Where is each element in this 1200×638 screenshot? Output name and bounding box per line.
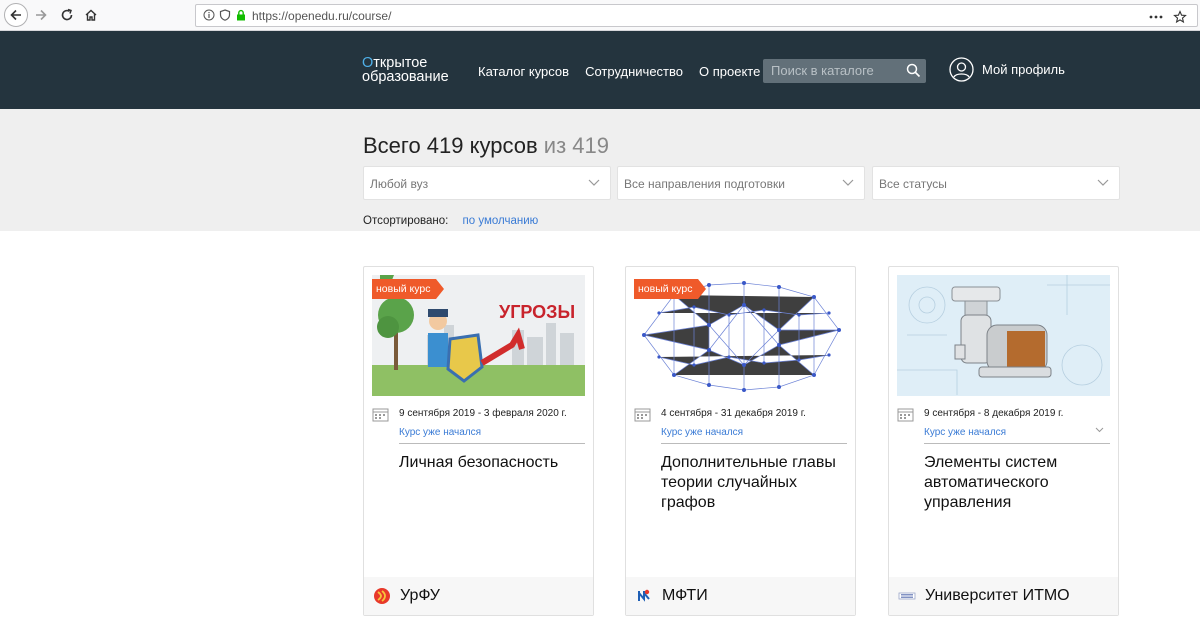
course-dates: 9 сентября - 8 декабря 2019 г.	[924, 408, 1064, 419]
page-title: Всего 419 курсов из 419	[363, 133, 609, 159]
university-name[interactable]: МФТИ	[662, 587, 708, 605]
url-text: https://openedu.ru/course/	[252, 9, 392, 23]
image-caption: УГРОЗЫ	[499, 302, 576, 322]
mipt-logo-icon	[638, 589, 650, 602]
course-title[interactable]: Дополнительные главы теории случайных гр…	[661, 453, 851, 513]
university-select-value: Любой вуз	[370, 177, 429, 191]
calendar-icon	[372, 408, 389, 422]
more-options-icon[interactable]	[1149, 15, 1163, 19]
sort-option-link[interactable]: по умолчанию	[463, 215, 539, 227]
sort-control: Отсортировано: по умолчанию	[363, 215, 538, 227]
back-button[interactable]	[4, 3, 28, 27]
logo-line2: образование	[362, 69, 449, 85]
course-title[interactable]: Личная безопасность	[399, 453, 589, 473]
university-select[interactable]: Любой вуз	[363, 166, 611, 200]
course-image[interactable]	[897, 275, 1110, 396]
main-nav: Каталог курсов Сотрудничество О проекте	[478, 64, 760, 79]
search-icon[interactable]	[906, 63, 921, 83]
itmo-logo-icon	[898, 592, 916, 600]
divider	[661, 443, 847, 444]
calendar-icon	[897, 408, 914, 422]
site-logo[interactable]: Открытое образование	[362, 56, 449, 85]
chevron-down-icon	[1097, 179, 1109, 186]
course-status: Курс уже начался	[661, 427, 744, 438]
address-bar[interactable]: https://openedu.ru/course/	[195, 4, 1198, 27]
arrow-right-icon	[36, 9, 47, 21]
card-footer: Университет ИТМО	[889, 577, 1118, 615]
course-status: Курс уже начался	[399, 427, 482, 438]
nav-item-catalog[interactable]: Каталог курсов	[478, 64, 569, 79]
divider	[399, 443, 585, 444]
calendar-icon	[634, 408, 651, 422]
profile-link[interactable]: Мой профиль	[949, 57, 1065, 82]
new-course-badge: новый курс	[372, 279, 446, 299]
chevron-down-icon	[842, 179, 854, 186]
shield-icon[interactable]	[219, 9, 231, 21]
course-dates: 4 сентября - 31 декабря 2019 г.	[661, 408, 806, 419]
card-footer: УрФУ	[364, 577, 593, 615]
reload-icon	[61, 8, 73, 21]
course-dates: 9 сентября 2019 - 3 февраля 2020 г.	[399, 408, 567, 419]
direction-select[interactable]: Все направления подготовки	[617, 166, 865, 200]
lock-icon[interactable]	[235, 9, 247, 21]
search-input[interactable]	[771, 63, 901, 78]
status-select[interactable]: Все статусы	[872, 166, 1120, 200]
nav-item-cooperation[interactable]: Сотрудничество	[585, 64, 683, 79]
urfu-logo-icon	[374, 588, 390, 604]
divider	[924, 443, 1110, 444]
card-footer: МФТИ	[626, 577, 855, 615]
course-image[interactable]: УГРОЗЫ новый курс	[372, 275, 585, 396]
course-title[interactable]: Элементы систем автоматического управлен…	[924, 453, 1114, 513]
forward-button[interactable]	[30, 4, 52, 26]
course-card[interactable]: новый курс 4 сентября - 31 декабря 2019 …	[625, 266, 856, 616]
home-icon	[85, 9, 97, 21]
course-status: Курс уже начался	[924, 427, 1007, 438]
filter-panel: Всего 419 курсов из 419 Любой вуз Все на…	[0, 109, 1200, 231]
course-count: Всего 419 курсов	[363, 133, 538, 158]
university-name[interactable]: Университет ИТМО	[925, 587, 1070, 605]
search-box	[763, 59, 926, 83]
direction-select-value: Все направления подготовки	[624, 177, 785, 191]
new-course-badge: новый курс	[634, 279, 708, 299]
course-image[interactable]: новый курс	[634, 275, 847, 396]
chevron-down-icon	[588, 179, 600, 186]
home-button[interactable]	[80, 4, 102, 26]
course-card[interactable]: 9 сентября - 8 декабря 2019 г. Курс уже …	[888, 266, 1119, 616]
university-name[interactable]: УрФУ	[400, 587, 440, 605]
nav-item-about[interactable]: О проекте	[699, 64, 760, 79]
course-illustration-meat-grinder	[897, 275, 1110, 396]
course-card[interactable]: УГРОЗЫ новый курс 9 сентября 2019 - 3 фе…	[363, 266, 594, 616]
bookmark-star-icon[interactable]	[1173, 9, 1187, 24]
course-total: из 419	[543, 133, 609, 158]
status-select-value: Все статусы	[879, 177, 947, 191]
browser-toolbar: https://openedu.ru/course/	[0, 0, 1200, 31]
user-avatar-icon	[949, 57, 974, 82]
chevron-down-icon[interactable]	[1095, 427, 1104, 433]
sort-label: Отсортировано:	[363, 215, 449, 227]
arrow-left-icon	[10, 9, 21, 21]
info-icon[interactable]	[203, 9, 215, 21]
site-header: Открытое образование Каталог курсов Сотр…	[0, 31, 1200, 109]
profile-label: Мой профиль	[982, 62, 1065, 77]
reload-button[interactable]	[56, 4, 78, 26]
